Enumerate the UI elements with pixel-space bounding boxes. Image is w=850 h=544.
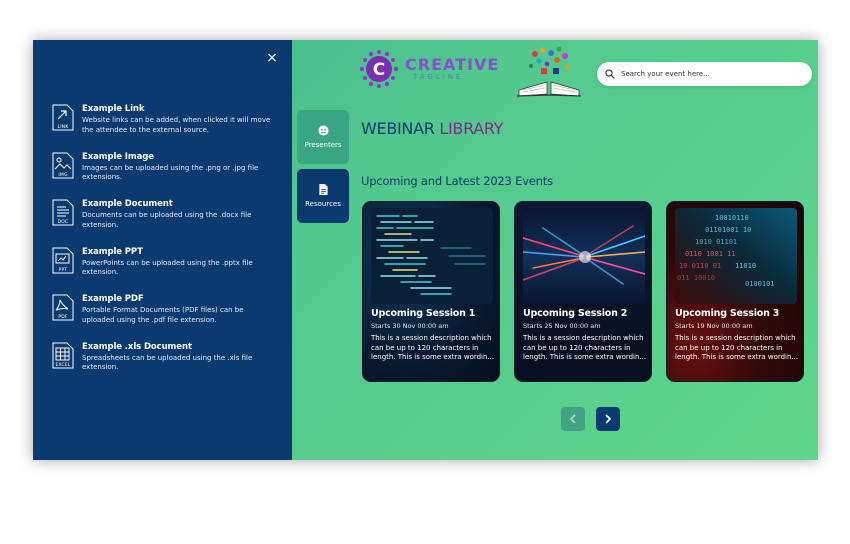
svg-text:11010: 11010 — [735, 262, 756, 270]
resource-item-pdf[interactable]: PDF Example PDF Portable Format Document… — [52, 294, 277, 342]
spreadsheet-icon: EXCEL — [52, 342, 74, 369]
resource-tag: PDF — [58, 315, 68, 320]
session-card-2[interactable]: Upcoming Session 2 Starts 25 Nov 00:00 a… — [514, 201, 652, 382]
pdf-icon: PDF — [52, 294, 74, 321]
resources-label: Resources — [305, 200, 341, 208]
resource-item-ppt[interactable]: PPT Example PPT PowerPoints can be uploa… — [52, 247, 277, 295]
session-card-1[interactable]: Upcoming Session 1 Starts 30 Nov 00:00 a… — [362, 201, 500, 382]
svg-text:10 0110 01: 10 0110 01 — [679, 262, 721, 270]
resource-tag: IMG — [58, 172, 68, 178]
session-desc: This is a session description which can … — [371, 334, 495, 361]
section-title: Upcoming and Latest 2023 Events — [361, 174, 553, 188]
brand-logo: C CREATIVE TAGLINE — [359, 50, 499, 88]
resources-button[interactable]: Resources — [297, 169, 349, 223]
session-thumbnail — [371, 208, 493, 304]
document-icon: DOC — [52, 199, 74, 226]
session-card-3[interactable]: 10010110 01101001 10 1010 01101 0110 100… — [666, 201, 804, 382]
resources-panel: × LINK Example Link Website links can be… — [33, 40, 292, 460]
session-thumbnail: 10010110 01101001 10 1010 01101 0110 100… — [675, 208, 797, 304]
open-book-illustration — [516, 46, 582, 97]
chevron-right-icon — [605, 414, 612, 424]
session-date: Starts 19 Nov 00:00 am — [675, 322, 753, 330]
resource-item-spreadsheet[interactable]: EXCEL Example .xls Document Spreadsheets… — [52, 342, 277, 390]
resource-title: Example Document — [82, 199, 173, 209]
logo-letter: C — [373, 60, 385, 80]
session-date: Starts 25 Nov 00:00 am — [523, 322, 601, 330]
resource-desc: Images can be uploaded using the .png or… — [82, 163, 259, 182]
page-title-word-1: WEBINAR — [361, 119, 435, 138]
logo-name: CREATIVE — [405, 55, 500, 74]
previous-page-button[interactable] — [561, 407, 585, 431]
resource-desc: Documents can be uploaded using the .doc… — [82, 211, 252, 229]
link-icon: LINK — [52, 104, 74, 131]
svg-text:1010 01101: 1010 01101 — [695, 238, 737, 246]
resource-title: Example Image — [82, 151, 154, 162]
resource-title: Example PDF — [82, 294, 144, 304]
svg-text:10010110: 10010110 — [715, 214, 749, 222]
close-icon[interactable]: × — [265, 51, 279, 65]
resource-title: Example .xls Document — [82, 341, 192, 352]
resource-item-link[interactable]: LINK Example Link Website links can be a… — [52, 104, 277, 152]
resource-title: Example PPT — [82, 246, 143, 257]
page-title: WEBINAR LIBRARY — [361, 119, 503, 138]
logo-tagline: TAGLINE — [413, 73, 464, 81]
app-frame: × LINK Example Link Website links can be… — [33, 40, 818, 460]
ppt-icon: PPT — [52, 247, 74, 274]
page-title-word-2: LIBRARY — [439, 119, 504, 138]
resource-tag: PPT — [58, 267, 68, 273]
resource-desc: PowerPoints can be uploaded using the .p… — [82, 258, 253, 277]
resources-list: LINK Example Link Website links can be a… — [52, 104, 277, 389]
svg-text:01101001 10: 01101001 10 — [705, 226, 751, 234]
session-title: Upcoming Session 2 — [523, 308, 628, 319]
session-thumbnail — [523, 208, 645, 304]
session-desc: This is a session description which can … — [523, 334, 647, 361]
session-date: Starts 30 Nov 00:00 am — [371, 322, 449, 330]
resource-tag: EXCEL — [55, 362, 71, 368]
resource-tag: DOC — [57, 220, 69, 225]
image-icon: IMG — [52, 152, 74, 179]
logo-mark-icon: C — [359, 50, 399, 88]
file-icon — [318, 184, 328, 195]
session-title: Upcoming Session 3 — [675, 308, 780, 319]
presenters-label: Presenters — [304, 141, 342, 149]
search-icon — [605, 69, 615, 79]
chevron-left-icon — [569, 414, 576, 424]
resource-desc: Spreadsheets can be uploaded using the .… — [82, 353, 253, 372]
resource-title: Example Link — [82, 104, 145, 114]
session-title: Upcoming Session 1 — [371, 308, 476, 319]
svg-text:0100101: 0100101 — [745, 280, 775, 288]
svg-text:011 10010: 011 10010 — [677, 274, 715, 282]
resource-item-document[interactable]: DOC Example Document Documents can be up… — [52, 199, 277, 247]
session-desc: This is a session description which can … — [675, 334, 799, 361]
resource-tag: LINK — [57, 125, 69, 130]
resource-desc: Portable Format Documents (PDF files) ca… — [82, 306, 244, 324]
next-page-button[interactable] — [596, 407, 620, 431]
search-input[interactable] — [621, 70, 801, 78]
resource-item-image[interactable]: IMG Example Image Images can be uploaded… — [52, 152, 277, 200]
svg-text:0110 1001 11: 0110 1001 11 — [685, 250, 736, 258]
presenter-icon — [317, 125, 329, 136]
resource-desc: Website links can be added, when clicked… — [82, 116, 271, 134]
search-bar[interactable] — [597, 62, 812, 86]
presenters-button[interactable]: Presenters — [297, 110, 349, 164]
